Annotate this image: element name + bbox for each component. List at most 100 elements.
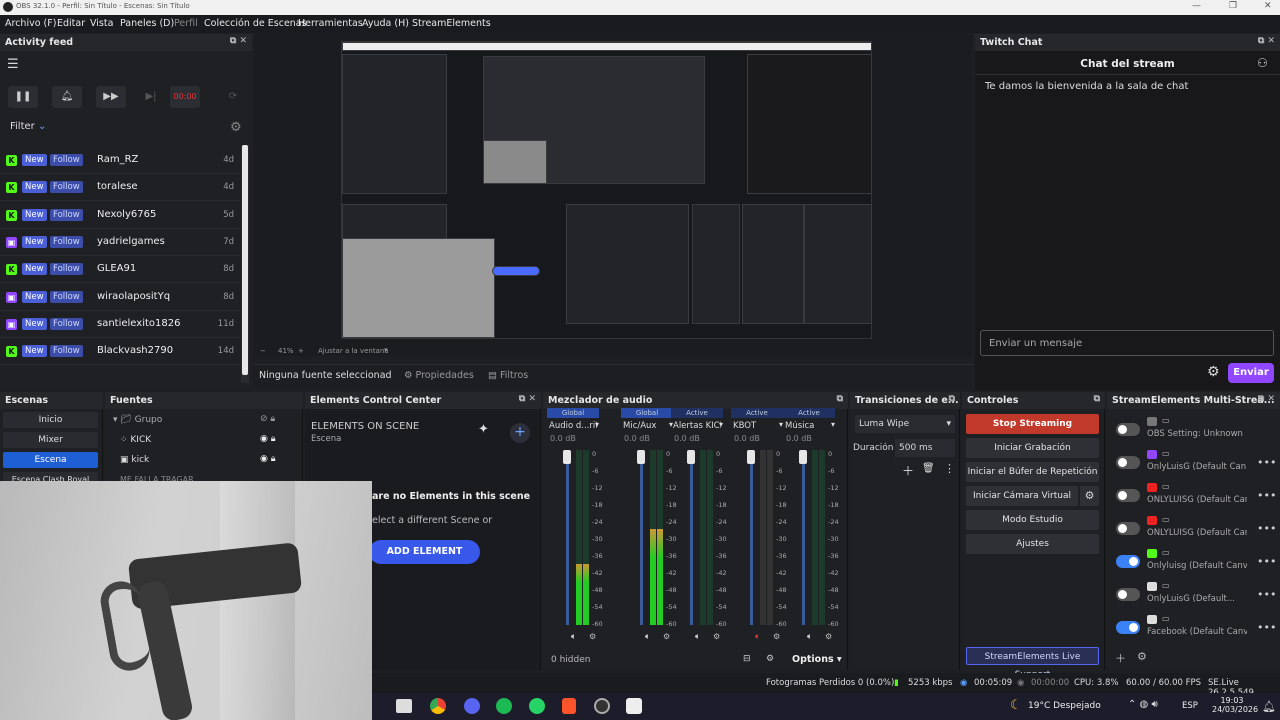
close-icon[interactable]: ✕ [1264,1,1272,11]
virtual-camera-button[interactable]: Iniciar Cámara Virtual [966,486,1078,506]
obs-icon[interactable] [594,698,610,714]
add-icon[interactable]: + [510,423,530,443]
notifications-icon[interactable]: 🔔︎ [1262,700,1276,713]
channel-settings-icon[interactable]: ⚙ [773,632,780,641]
scene-item[interactable]: Escena Clash Royal [3,472,98,481]
activity-row[interactable]: K New Follow Nexoly6765 5d [0,202,240,229]
stream-toggle[interactable] [1116,588,1140,601]
fader-handle[interactable] [637,450,645,464]
speaker-icon[interactable]: 🔈︎ [755,632,760,642]
fader-track[interactable] [690,450,693,625]
fader-handle[interactable] [799,450,807,464]
live-support-button[interactable]: StreamElements Live Support [966,647,1099,680]
activity-row[interactable]: ▣ New Follow wiraolapositYq 8d [0,284,240,311]
language[interactable]: ESP [1182,701,1198,711]
properties-button[interactable]: ⚙ Propiedades [404,370,474,381]
bell-icon[interactable]: 🔔︎ [52,86,82,108]
add-element-button[interactable]: ADD ELEMENT [369,540,480,564]
activity-row[interactable]: ▣ New Follow yadrielgames 7d [0,229,240,256]
source-item[interactable]: ⁘ KICK [120,435,151,445]
send-button[interactable]: Enviar [1228,363,1274,383]
whatsapp-icon[interactable] [529,698,545,714]
skip-end-icon[interactable]: ▶| [136,86,166,108]
maximize-icon[interactable]: ❐ [1229,1,1237,11]
studio-mode-button[interactable]: Modo Estudio [966,510,1099,530]
settings-button[interactable]: Ajustes [966,534,1099,554]
speaker-icon[interactable]: 🔈︎ [695,632,700,642]
brave-icon[interactable] [562,698,576,714]
channel-settings-icon[interactable]: ⚙ [589,632,596,641]
channel-settings-icon[interactable]: ⚙ [825,632,832,641]
fader-track[interactable] [566,450,569,625]
more-icon[interactable]: ⋮ [944,462,955,475]
fader-track[interactable] [802,450,805,625]
stream-toggle[interactable] [1116,456,1140,469]
timer[interactable]: 00:00 [170,86,200,108]
speaker-icon[interactable]: 🔈︎ [645,632,650,642]
store-icon[interactable] [396,699,412,713]
scene-item-selected[interactable]: Escena [3,452,98,468]
chevron-down-icon[interactable]: ▾ [384,346,388,354]
fader-handle[interactable] [687,450,695,464]
clock[interactable]: 19:03 24/03/2026 [1212,696,1258,714]
more-icon[interactable]: ••• [1257,621,1276,634]
channel-settings-icon[interactable]: ⚙ [713,632,720,641]
source-item[interactable]: ▣ kick [120,455,149,465]
filter-dropdown[interactable]: Filter ⌄ [10,121,46,132]
fit-window[interactable]: Ajustar a la ventana [318,347,389,355]
replay-buffer-button[interactable]: Iniciar el Búfer de Repetición [966,462,1099,482]
chrome-icon[interactable] [430,698,446,714]
channel-settings-icon[interactable]: ⚙ [663,632,670,641]
fader-track[interactable] [750,450,753,625]
scene-item[interactable]: Inicio [3,412,98,428]
stream-toggle[interactable] [1116,621,1140,634]
start-recording-button[interactable]: Iniciar Grabación [966,438,1099,458]
spotify-icon[interactable] [496,698,512,714]
chat-input[interactable]: Enviar un mensaje [980,330,1274,356]
add-transition-icon[interactable]: ＋ [902,462,914,479]
menu-perfil[interactable]: Perfil [174,18,198,29]
replay-icon[interactable]: ⟳ [218,86,248,108]
pause-icon[interactable]: ❚❚ [8,86,38,108]
app-icon[interactable] [626,698,642,714]
dock-buttons[interactable]: ⧉ [1094,394,1100,404]
activity-row[interactable]: K New Follow Blackvash2790 14d [0,338,240,366]
fader-handle[interactable] [563,450,571,464]
fader-track[interactable] [640,450,643,625]
visibility-icon[interactable]: ⊘ 🔒︎ [260,414,275,424]
vcam-settings-icon[interactable]: ⚙ [1080,486,1099,506]
tray-icons[interactable]: ⌃ ◍ 🔊︎ [1128,699,1158,710]
menu-archivo[interactable]: Archivo (F) [5,18,56,29]
duration-input[interactable]: 500 ms [895,439,955,457]
add-icon[interactable]: ＋ [1115,650,1126,666]
users-icon[interactable]: ⚇ [1257,56,1268,70]
activity-row[interactable]: K New Follow GLEA91 8d [0,256,240,284]
stop-streaming-button[interactable]: Stop Streaming [966,414,1099,434]
hamburger-icon[interactable]: ☰ [7,57,19,72]
filters-button[interactable]: ▤ Filtros [488,370,528,381]
chevron-down-icon[interactable]: ▾ [595,420,599,429]
trash-icon[interactable]: 🗑︎ [922,463,935,474]
gear-icon[interactable]: ⚙ [230,120,242,135]
dock-buttons[interactable]: ⧉ ✕ [1258,394,1275,404]
activity-row[interactable]: K New Follow Ram_RZ 4d [0,147,240,174]
visibility-icon[interactable]: ◉ 🔒︎ [260,434,276,444]
stream-toggle[interactable] [1116,423,1140,436]
chevron-down-icon[interactable]: ▾ [719,420,723,429]
minimize-icon[interactable]: — [1192,1,1201,11]
stream-toggle[interactable] [1116,489,1140,502]
activity-row[interactable]: K New Follow toralese 4d [0,174,240,202]
activity-row[interactable]: ▣ New Follow santielexito1826 11d [0,311,240,338]
more-icon[interactable]: ••• [1257,489,1276,502]
menu-paneles[interactable]: Paneles (D) [120,18,174,29]
menu-streamelements[interactable]: StreamElements [412,18,491,29]
dock-buttons[interactable]: ⧉ [949,394,955,404]
zoom-in-icon[interactable]: + [298,347,304,355]
scrollbar[interactable] [241,145,249,383]
chat-settings-icon[interactable]: ⚙ [1207,364,1220,380]
dock-buttons[interactable]: ⧉ [837,394,843,404]
speaker-icon[interactable]: 🔈︎ [807,632,812,642]
visibility-icon[interactable]: ◉ 🔒︎ [260,454,276,464]
menu-vista[interactable]: Vista [90,18,113,29]
stream-toggle[interactable] [1116,522,1140,535]
